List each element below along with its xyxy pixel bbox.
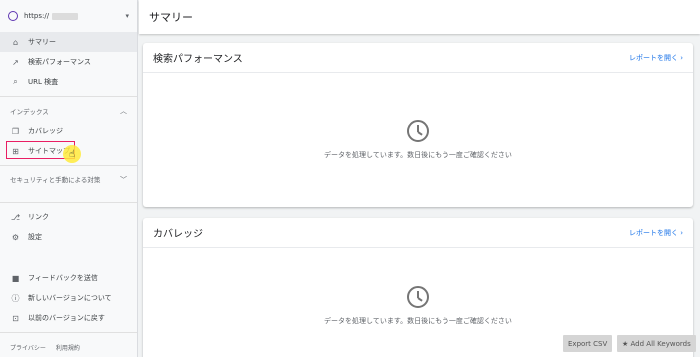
dropdown-caret-icon[interactable]: ▾	[125, 12, 129, 20]
nav-item-links[interactable]: ⎇ リンク	[0, 207, 137, 227]
nav-item-label: 検索パフォーマンス	[28, 58, 91, 66]
divider	[0, 96, 137, 97]
card-title: カバレッジ	[153, 229, 203, 240]
card-title: 検索パフォーマンス	[153, 54, 243, 65]
sidebar-footer: ■ フィードバックを送信 ⓘ 新しいバージョンについて ⊡ 以前のバージョンに戻…	[0, 268, 137, 357]
terms-link[interactable]: 利用規約	[56, 343, 80, 352]
divider	[0, 165, 137, 166]
feedback-icon: ■	[11, 273, 20, 283]
processing-message: データを処理しています。数日後にもう一度ご確認ください	[324, 316, 512, 325]
nav-item-label: 新しいバージョンについて	[28, 294, 112, 302]
links-icon: ⎇	[10, 212, 21, 222]
home-icon: ⌂	[12, 37, 19, 47]
clock-icon	[407, 285, 429, 308]
chevron-down-icon: ﹀	[120, 176, 127, 184]
nav-item-settings[interactable]: ⚙ 設定	[0, 227, 137, 247]
page-title: サマリー	[139, 0, 700, 34]
section-label: セキュリティと手動による対策	[10, 176, 101, 184]
nav-item-label: 設定	[28, 233, 42, 241]
divider	[0, 332, 137, 333]
sidebar: https:// ▾ ⌂ サマリー ↗ 検索パフォーマンス ⌕ URL 検査 イ…	[0, 0, 138, 357]
open-report-link[interactable]: レポートを開く ›	[629, 53, 683, 63]
nav-item-label: URL 検査	[28, 78, 59, 86]
nav-item-label: フィードバックを送信	[28, 274, 98, 282]
section-security[interactable]: セキュリティと手動による対策 ﹀	[0, 170, 137, 198]
export-csv-button[interactable]: Export CSV	[563, 335, 613, 352]
property-url: https://	[24, 12, 50, 20]
card-header: カバレッジ レポートを開く ›	[143, 218, 693, 248]
nav-item-old-version[interactable]: ⊡ 以前のバージョンに戻す	[0, 308, 137, 328]
nav-item-about-new-version[interactable]: ⓘ 新しいバージョンについて	[0, 288, 137, 308]
nav-item-send-feedback[interactable]: ■ フィードバックを送信	[0, 268, 137, 288]
file-copy-icon: ❐	[11, 126, 20, 136]
property-selector[interactable]: https:// ▾	[0, 0, 137, 32]
nav-item-url-inspection[interactable]: ⌕ URL 検査	[0, 72, 137, 92]
main-content: サマリー 検索パフォーマンス レポートを開く › データを処理しています。数日後…	[139, 0, 700, 357]
legal-links: プライバシー 利用規約	[0, 337, 137, 357]
exit-icon: ⊡	[12, 313, 19, 323]
property-domain-redacted	[52, 12, 79, 20]
info-icon: ⓘ	[11, 293, 20, 303]
nav-item-search-performance[interactable]: ↗ 検索パフォーマンス	[0, 52, 137, 72]
nav-item-label: リンク	[28, 213, 49, 221]
pointer-cursor-icon: ☝	[63, 145, 81, 163]
clock-icon	[407, 120, 429, 142]
nav-item-coverage[interactable]: ❐ カバレッジ	[0, 121, 137, 141]
nav-item-label: カバレッジ	[28, 127, 63, 135]
chevron-up-icon: ︿	[120, 107, 127, 115]
nav-footer: ■ フィードバックを送信 ⓘ 新しいバージョンについて ⊡ 以前のバージョンに戻…	[0, 268, 137, 328]
section-label: インデックス	[10, 108, 49, 116]
globe-icon	[8, 11, 18, 21]
card-body: データを処理しています。数日後にもう一度ご確認ください	[143, 73, 693, 207]
search-icon: ⌕	[13, 77, 18, 86]
privacy-link[interactable]: プライバシー	[10, 343, 46, 352]
nav-item-summary[interactable]: ⌂ サマリー	[0, 32, 137, 52]
nav-item-label: 以前のバージョンに戻す	[28, 314, 105, 322]
open-report-link[interactable]: レポートを開く ›	[629, 228, 683, 238]
divider	[0, 202, 137, 203]
nav-item-label: サマリー	[28, 38, 56, 46]
card-header: 検索パフォーマンス レポートを開く ›	[143, 43, 693, 73]
trending-icon: ↗	[12, 57, 19, 67]
card-search-performance: 検索パフォーマンス レポートを開く › データを処理しています。数日後にもう一度…	[143, 43, 693, 207]
processing-message: データを処理しています。数日後にもう一度ご確認ください	[324, 151, 512, 159]
settings-icon: ⚙	[11, 232, 20, 242]
section-index[interactable]: インデックス ︿	[0, 101, 137, 121]
nav-other: ⎇ リンク ⚙ 設定	[0, 207, 137, 247]
add-all-keywords-button[interactable]: ★ Add All Keywords	[617, 335, 696, 352]
nav-primary: ⌂ サマリー ↗ 検索パフォーマンス ⌕ URL 検査	[0, 32, 137, 92]
